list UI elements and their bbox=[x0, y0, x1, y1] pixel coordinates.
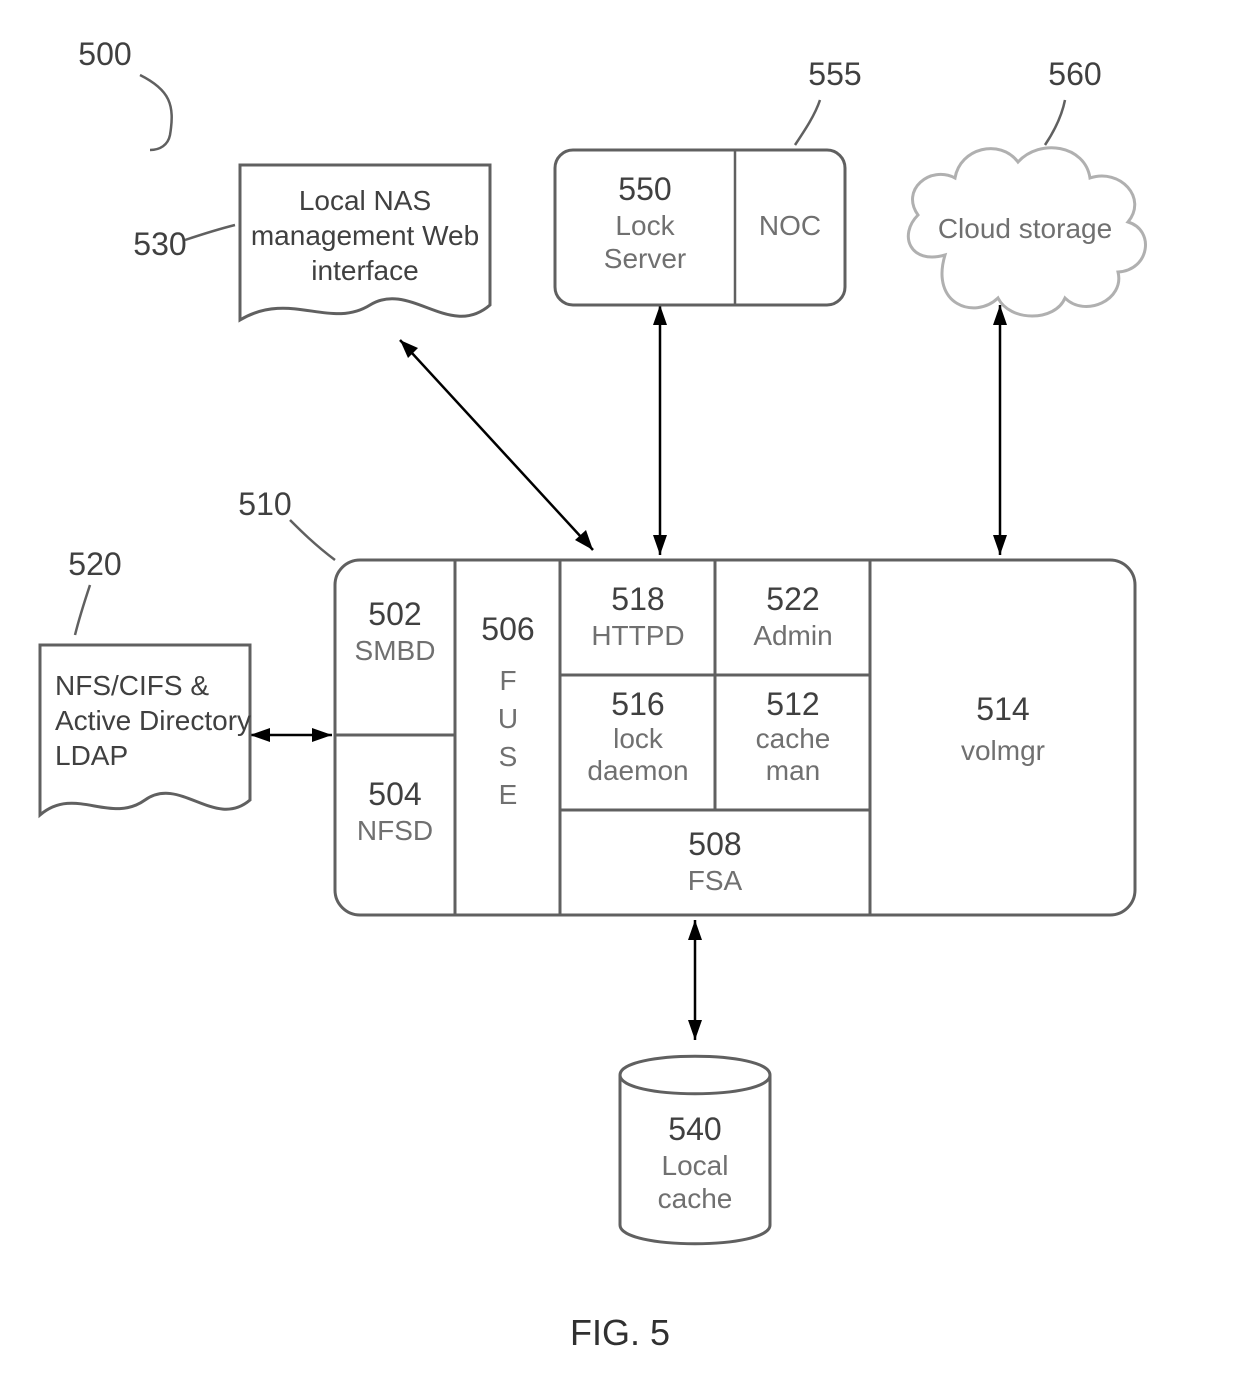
svg-text:Admin: Admin bbox=[753, 620, 832, 651]
svg-text:506: 506 bbox=[481, 611, 534, 647]
svg-text:NOC: NOC bbox=[759, 210, 821, 241]
box-main-510: 502 SMBD 504 NFSD 506 F U S E 518 HTTPD … bbox=[335, 560, 1135, 915]
svg-text:516: 516 bbox=[611, 686, 664, 722]
svg-text:Active Directory: Active Directory bbox=[55, 705, 251, 736]
svg-text:F: F bbox=[499, 665, 516, 696]
svg-text:interface: interface bbox=[311, 255, 418, 286]
svg-text:512: 512 bbox=[766, 686, 819, 722]
svg-text:E: E bbox=[499, 779, 518, 810]
svg-text:management Web: management Web bbox=[251, 220, 479, 251]
svg-text:SMBD: SMBD bbox=[355, 635, 436, 666]
box-local-cache: 540 Local cache bbox=[620, 1056, 770, 1244]
arrow-cloud-volmgr bbox=[993, 305, 1007, 555]
ref-530: 530 bbox=[133, 226, 186, 262]
svg-text:Cloud storage: Cloud storage bbox=[938, 213, 1112, 244]
arrow-nasweb-mainbox bbox=[400, 340, 593, 550]
svg-text:FSA: FSA bbox=[688, 865, 743, 896]
leader-560 bbox=[1045, 100, 1065, 145]
ref-555: 555 bbox=[808, 56, 861, 92]
svg-text:volmgr: volmgr bbox=[961, 735, 1045, 766]
leader-555 bbox=[795, 100, 820, 145]
svg-text:NFS/CIFS &: NFS/CIFS & bbox=[55, 670, 209, 701]
arrow-lockserver-lockdaemon bbox=[653, 305, 667, 555]
ref-560: 560 bbox=[1048, 56, 1101, 92]
svg-text:Server: Server bbox=[604, 243, 686, 274]
svg-text:522: 522 bbox=[766, 581, 819, 617]
ref-520: 520 bbox=[68, 546, 121, 582]
svg-text:504: 504 bbox=[368, 776, 421, 812]
svg-text:514: 514 bbox=[976, 691, 1029, 727]
svg-text:daemon: daemon bbox=[587, 755, 688, 786]
svg-text:HTTPD: HTTPD bbox=[591, 620, 684, 651]
diagram: 500 530 555 560 520 510 Local NAS manage… bbox=[0, 0, 1240, 1393]
svg-text:NFSD: NFSD bbox=[357, 815, 433, 846]
svg-text:508: 508 bbox=[688, 826, 741, 862]
svg-text:Lock: Lock bbox=[615, 210, 675, 241]
ref-500: 500 bbox=[78, 36, 131, 72]
arrow-mainbox-cache bbox=[688, 920, 702, 1040]
svg-text:man: man bbox=[766, 755, 820, 786]
svg-text:lock: lock bbox=[613, 723, 664, 754]
figure-caption: FIG. 5 bbox=[570, 1312, 670, 1353]
leader-510 bbox=[290, 520, 335, 560]
svg-text:cache: cache bbox=[756, 723, 831, 754]
box-nas-web: Local NAS management Web interface bbox=[240, 165, 490, 320]
ref-510: 510 bbox=[238, 486, 291, 522]
svg-text:Local: Local bbox=[662, 1150, 729, 1181]
svg-text:LDAP: LDAP bbox=[55, 740, 128, 771]
svg-text:502: 502 bbox=[368, 596, 421, 632]
box-nfs-cifs: NFS/CIFS & Active Directory LDAP bbox=[40, 645, 251, 815]
box-lockserver-noc: 550 Lock Server NOC bbox=[555, 150, 845, 305]
svg-text:550: 550 bbox=[618, 171, 671, 207]
svg-text:U: U bbox=[498, 703, 518, 734]
arrow-nfscifs-mainbox bbox=[250, 728, 332, 742]
svg-text:S: S bbox=[499, 741, 518, 772]
leader-520 bbox=[75, 585, 90, 635]
svg-text:518: 518 bbox=[611, 581, 664, 617]
svg-text:Local NAS: Local NAS bbox=[299, 185, 431, 216]
box-cloud-storage: Cloud storage bbox=[908, 148, 1145, 316]
svg-text:540: 540 bbox=[668, 1111, 721, 1147]
svg-text:cache: cache bbox=[658, 1183, 733, 1214]
leader-530 bbox=[185, 225, 235, 240]
leader-500 bbox=[140, 75, 172, 150]
